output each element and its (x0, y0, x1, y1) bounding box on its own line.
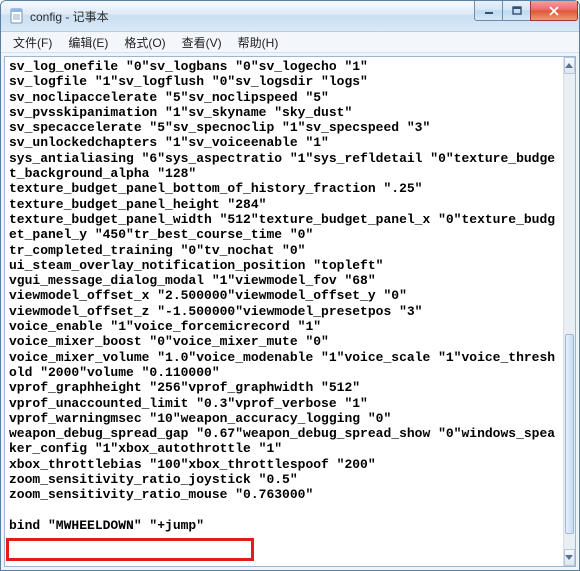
scroll-up-button[interactable] (564, 57, 575, 74)
editor-frame: sv_log_onefile "0"sv_logbans "0"sv_logec… (4, 56, 576, 567)
menu-help[interactable]: 帮助(H) (230, 33, 287, 52)
titlebar[interactable]: config - 记事本 (1, 1, 579, 32)
client-area: sv_log_onefile "0"sv_logbans "0"sv_logec… (1, 53, 579, 570)
vertical-scrollbar[interactable] (563, 57, 575, 566)
menu-file[interactable]: 文件(F) (5, 33, 60, 52)
menubar: 文件(F) 编辑(E) 格式(O) 查看(V) 帮助(H) (1, 32, 579, 53)
notepad-icon (9, 8, 25, 24)
window-frame: config - 记事本 文件(F) 编辑(E) 格式(O) 查看(V) 帮助(… (0, 0, 580, 571)
window-title: config - 记事本 (30, 8, 109, 25)
scroll-down-button[interactable] (564, 549, 575, 566)
menu-edit[interactable]: 编辑(E) (60, 33, 116, 52)
scroll-track[interactable] (564, 74, 575, 549)
close-button[interactable] (530, 1, 578, 21)
window-controls (475, 1, 579, 31)
menu-view[interactable]: 查看(V) (174, 33, 230, 52)
scroll-thumb[interactable] (565, 334, 574, 534)
maximize-button[interactable] (502, 1, 531, 21)
minimize-button[interactable] (474, 1, 503, 21)
text-editor[interactable]: sv_log_onefile "0"sv_logbans "0"sv_logec… (5, 57, 563, 566)
menu-format[interactable]: 格式(O) (116, 33, 173, 52)
